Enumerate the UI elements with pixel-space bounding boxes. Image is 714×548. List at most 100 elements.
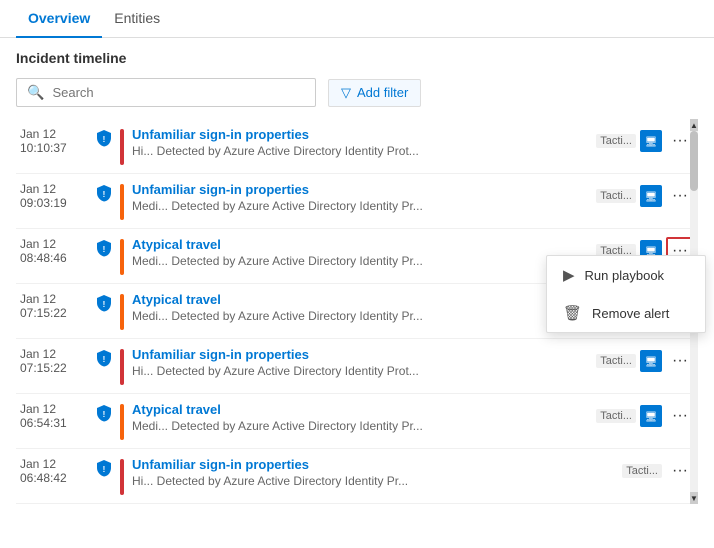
menu-icon: ▶ (563, 266, 575, 284)
date: Jan 12 (20, 347, 88, 361)
tactic-tag: Tacti... (596, 354, 636, 368)
tactic-tag: Tacti... (622, 464, 662, 478)
date: Jan 12 (20, 402, 88, 416)
date: Jan 12 (20, 127, 88, 141)
right-area: Tacti... 🖥 ··· (596, 127, 694, 155)
item-title: Atypical travel (132, 237, 592, 252)
item-desc: Medi... Detected by Azure Active Directo… (132, 254, 592, 268)
item-title: Unfamiliar sign-in properties (132, 457, 618, 472)
tactic-tag: Tacti... (596, 134, 636, 148)
item-content: Unfamiliar sign-in properties Hi... Dete… (132, 347, 592, 378)
svg-text:!: ! (103, 300, 106, 309)
scrollbar-thumb[interactable] (690, 131, 698, 191)
item-content: Unfamiliar sign-in properties Medi... De… (132, 182, 592, 213)
severity-indicator (120, 184, 124, 220)
timeline-item: Jan 12 07:15:22 ! Unfamiliar sign-in pro… (16, 339, 698, 394)
shield-icon: ! (94, 459, 114, 477)
timeline-item: Jan 12 06:54:31 ! Atypical travel Medi..… (16, 394, 698, 449)
scroll-up-button[interactable]: ▲ (690, 119, 698, 131)
severity-indicator (120, 349, 124, 385)
timeline-item: Jan 12 06:48:42 ! Unfamiliar sign-in pro… (16, 449, 698, 504)
search-box[interactable]: 🔍 (16, 78, 316, 107)
date-col: Jan 12 10:10:37 (20, 127, 88, 155)
timeline-item: Jan 12 09:03:19 ! Unfamiliar sign-in pro… (16, 174, 698, 229)
tactic-tag: Tacti... (596, 189, 636, 203)
tactic-tag: Tacti... (596, 409, 636, 423)
context-menu-item-remove-alert[interactable]: 🗑 Remove alert (547, 294, 705, 332)
right-area: Tacti... ··· (622, 457, 694, 485)
menu-icon: 🗑 (563, 304, 582, 322)
tab-entities[interactable]: Entities (102, 0, 172, 38)
filter-icon: ▽ (341, 85, 351, 101)
item-desc: Medi... Detected by Azure Active Directo… (132, 199, 592, 213)
date-col: Jan 12 09:03:19 (20, 182, 88, 210)
right-area: Tacti... 🖥 ··· (596, 347, 694, 375)
shield-icon: ! (94, 294, 114, 312)
timeline-item: Jan 12 10:10:37 ! Unfamiliar sign-in pro… (16, 119, 698, 174)
context-menu: ▶ Run playbook 🗑 Remove alert (546, 255, 706, 333)
date: Jan 12 (20, 237, 88, 251)
menu-item-label: Run playbook (585, 268, 665, 283)
item-title: Unfamiliar sign-in properties (132, 182, 592, 197)
tab-overview[interactable]: Overview (16, 0, 102, 38)
shield-icon: ! (94, 239, 114, 257)
time: 07:15:22 (20, 361, 88, 375)
date-col: Jan 12 07:15:22 (20, 347, 88, 375)
date: Jan 12 (20, 182, 88, 196)
alert-icon[interactable]: 🖥 (640, 350, 662, 372)
svg-text:🖥: 🖥 (645, 136, 658, 148)
item-desc: Medi... Detected by Azure Active Directo… (132, 309, 592, 323)
item-content: Atypical travel Medi... Detected by Azur… (132, 402, 592, 433)
svg-text:!: ! (103, 135, 106, 144)
right-area: Tacti... 🖥 ··· (596, 182, 694, 210)
menu-item-label: Remove alert (592, 306, 669, 321)
shield-icon: ! (94, 184, 114, 202)
alert-icon[interactable]: 🖥 (640, 130, 662, 152)
time: 09:03:19 (20, 196, 88, 210)
item-content: Atypical travel Medi... Detected by Azur… (132, 292, 592, 323)
svg-text:!: ! (103, 245, 106, 254)
date-col: Jan 12 06:54:31 (20, 402, 88, 430)
context-menu-item-run-playbook[interactable]: ▶ Run playbook (547, 256, 705, 294)
severity-indicator (120, 129, 124, 165)
time: 08:48:46 (20, 251, 88, 265)
shield-icon: ! (94, 404, 114, 422)
alert-icon[interactable]: 🖥 (640, 185, 662, 207)
time: 06:48:42 (20, 471, 88, 485)
time: 10:10:37 (20, 141, 88, 155)
search-input[interactable] (52, 85, 305, 100)
item-content: Unfamiliar sign-in properties Hi... Dete… (132, 127, 592, 158)
date-col: Jan 12 07:15:22 (20, 292, 88, 320)
item-title: Atypical travel (132, 292, 592, 307)
severity-indicator (120, 459, 124, 495)
severity-indicator (120, 239, 124, 275)
add-filter-button[interactable]: ▽ Add filter (328, 79, 421, 107)
scroll-down-button[interactable]: ▼ (690, 492, 698, 504)
shield-icon: ! (94, 129, 114, 147)
date-col: Jan 12 06:48:42 (20, 457, 88, 485)
item-content: Atypical travel Medi... Detected by Azur… (132, 237, 592, 268)
svg-text:!: ! (103, 190, 106, 199)
time: 06:54:31 (20, 416, 88, 430)
shield-icon: ! (94, 349, 114, 367)
toolbar: 🔍 ▽ Add filter (16, 78, 698, 107)
alert-icon[interactable]: 🖥 (640, 405, 662, 427)
search-icon: 🔍 (27, 84, 44, 101)
date: Jan 12 (20, 292, 88, 306)
svg-text:🖥: 🖥 (645, 191, 658, 203)
item-desc: Hi... Detected by Azure Active Directory… (132, 474, 618, 488)
item-desc: Medi... Detected by Azure Active Directo… (132, 419, 592, 433)
tab-bar: Overview Entities (0, 0, 714, 38)
severity-indicator (120, 294, 124, 330)
item-title: Unfamiliar sign-in properties (132, 127, 592, 142)
date: Jan 12 (20, 457, 88, 471)
item-content: Unfamiliar sign-in properties Hi... Dete… (132, 457, 618, 488)
date-col: Jan 12 08:48:46 (20, 237, 88, 265)
severity-indicator (120, 404, 124, 440)
svg-text:🖥: 🖥 (645, 356, 658, 368)
svg-text:🖥: 🖥 (645, 411, 658, 423)
item-title: Unfamiliar sign-in properties (132, 347, 592, 362)
right-area: Tacti... 🖥 ··· (596, 402, 694, 430)
svg-text:!: ! (103, 465, 106, 474)
item-desc: Hi... Detected by Azure Active Directory… (132, 144, 592, 158)
